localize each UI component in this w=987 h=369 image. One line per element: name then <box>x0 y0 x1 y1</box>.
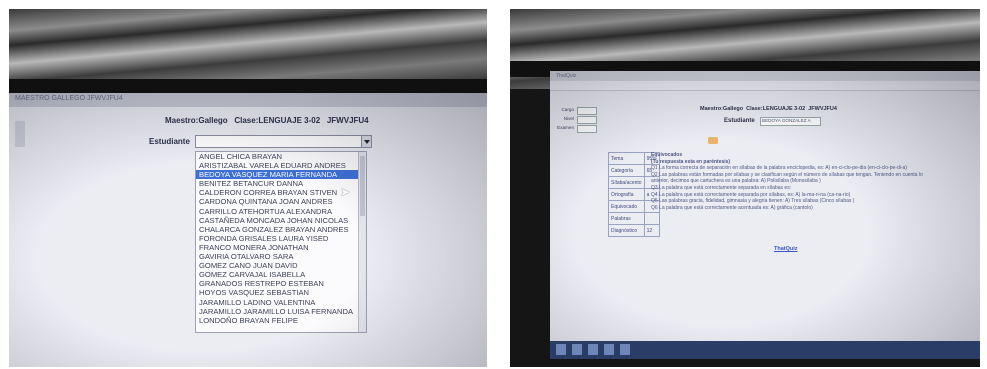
dropdown-option[interactable]: HOYOS VASQUEZ SEBASTIAN <box>196 288 366 297</box>
taskbar <box>550 341 980 359</box>
taskbar-app-icon[interactable] <box>604 344 614 355</box>
browser-tab[interactable]: ThatQuiz <box>556 73 576 79</box>
table-cell <box>643 212 660 225</box>
dropdown-scrollbar[interactable] <box>358 152 366 332</box>
table-cell: Palabras <box>608 212 645 225</box>
dropdown-option[interactable]: JARAMILLO LADINO VALENTINA <box>196 298 366 307</box>
clase-label-right: Clase:LENGUAJE 3-02 <box>746 106 806 112</box>
dropdown-option[interactable]: GOMEZ CANO JUAN DAVID <box>196 261 366 270</box>
dropdown-option[interactable]: CARRILLO ATEHORTUA ALEXANDRA <box>196 207 366 216</box>
maestro-label: Maestro:Gallego <box>165 116 228 125</box>
window-title: MAESTRO GALLEGO JFWVJFU4 <box>15 95 123 102</box>
question-line: Q1 La forma correcta de separación en sí… <box>651 165 907 172</box>
clase-code: JFWVJFU4 <box>326 116 369 125</box>
plastic-cover <box>9 9 487 89</box>
dropdown-option[interactable]: BEDOYA VASQUEZ MARIA FERNANDA <box>196 170 366 180</box>
estudiante-field-right[interactable]: BEDOYA GONZALEZ A <box>760 117 821 126</box>
photo-left: MAESTRO GALLEGO JFWVJFU4 Maestro:Gallego… <box>9 9 487 367</box>
taskbar-app-icon[interactable] <box>620 344 630 355</box>
dropdown-option[interactable]: LONDOÑO BRAYAN FELIPE <box>196 316 366 325</box>
question-line: anterior, decimos que cartuchera es una … <box>651 178 821 185</box>
chevron-down-icon[interactable] <box>361 136 371 147</box>
table-cell: Sílaba/acento <box>608 176 645 189</box>
question-list: Q1 La forma correcta de separación en sí… <box>651 165 971 211</box>
monitor-screen: MAESTRO GALLEGO JFWVJFU4 Maestro:Gallego… <box>9 93 487 367</box>
estudiante-label: Estudiante <box>149 137 190 146</box>
photo-right: ThatQuiz Cargo Nivel Examen Maestro:Galleg… <box>510 9 980 367</box>
taskbar-app-icon[interactable] <box>588 344 598 355</box>
table-cell: 12 <box>643 224 660 237</box>
dropdown-option[interactable]: ARISTIZABAL VARELA EDUARD ANDRES <box>196 161 366 170</box>
start-button[interactable] <box>556 344 566 355</box>
estudiante-label-right: Estudiante <box>724 118 755 124</box>
table-header-cell: Tema <box>608 152 645 165</box>
section-subtitle: (Tu respuesta esta en paréntesis) <box>651 158 731 165</box>
estudiante-dropdown-list[interactable]: ANGEL CHICA BRAYAN ARISTIZABAL VARELA EDU… <box>195 151 367 333</box>
question-line: Q6 La palabra que está correctamente ace… <box>651 204 813 211</box>
footer-link[interactable]: ThatQuiz <box>774 246 798 252</box>
table-row: Palabras <box>608 212 660 225</box>
dropdown-option[interactable]: FORONDA GRISALES LAURA YISED <box>196 234 366 243</box>
field-label: Examen <box>557 125 574 130</box>
dropdown-option[interactable]: FRANCO MONERA JONATHAN <box>196 243 366 252</box>
dropdown-option[interactable]: JARAMILLO JARAMILLO LUISA FERNANDA <box>196 307 366 316</box>
side-panel <box>15 121 25 147</box>
field-select[interactable] <box>577 125 597 133</box>
browser-tabbar: ThatQuiz <box>550 71 980 81</box>
dropdown-option[interactable]: ANGEL CHICA BRAYAN <box>196 152 366 161</box>
question-line: Q4 La palabra que está correctamente sep… <box>651 191 851 198</box>
table-cell: Categoría <box>608 164 645 177</box>
clase-code-right: JFWVJFU4 <box>808 106 837 112</box>
dropdown-option[interactable]: CASTAÑEDA MONCADA JOHAN NICOLAS <box>196 216 366 225</box>
taskbar-app-icon[interactable] <box>572 344 582 355</box>
section-title: Equivocados <box>651 152 683 158</box>
field-label: Cargo <box>561 107 574 112</box>
dropdown-option[interactable]: GRANADOS RESTREPO ESTEBAN <box>196 279 366 288</box>
table-cell: Ortografía <box>608 188 645 201</box>
question-line: Q2 Las palabras están formadas por sílab… <box>651 171 923 178</box>
dropdown-option[interactable]: CHALARCA GONZALEZ BRAYAN ANDRES <box>196 225 366 234</box>
window-titlebar: MAESTRO GALLEGO JFWVJFU4 <box>9 93 487 107</box>
field-label: Nivel <box>563 116 574 121</box>
grade-badge-icon <box>708 137 718 144</box>
mouse-cursor-icon: ➤ <box>340 185 351 199</box>
table-cell: Diagnóstico <box>608 224 645 237</box>
browser-address-bar[interactable] <box>550 81 980 91</box>
table-row: Diagnóstico 12 <box>608 224 660 237</box>
field-select[interactable] <box>577 116 597 124</box>
question-line: Q5 Las palabras gracia, fidelidad, gimna… <box>651 198 855 205</box>
question-line: Q3 La palabra que está correctamente sep… <box>651 184 792 191</box>
scroll-thumb[interactable] <box>360 156 365 216</box>
estudiante-select[interactable] <box>195 135 372 148</box>
table-cell: Equivocado <box>608 200 645 213</box>
monitor-screen-right: ThatQuiz Cargo Nivel Examen Maestro:Galleg… <box>550 71 980 341</box>
dropdown-option[interactable]: GAVIRIA OTALVARO SARA <box>196 252 366 261</box>
clase-label: Clase:LENGUAJE 3-02 <box>234 116 321 125</box>
dropdown-option[interactable]: GOMEZ CARVAJAL ISABELLA <box>196 270 366 279</box>
field-select[interactable] <box>577 107 597 115</box>
maestro-label-right: Maestro:Gallego <box>700 106 744 112</box>
